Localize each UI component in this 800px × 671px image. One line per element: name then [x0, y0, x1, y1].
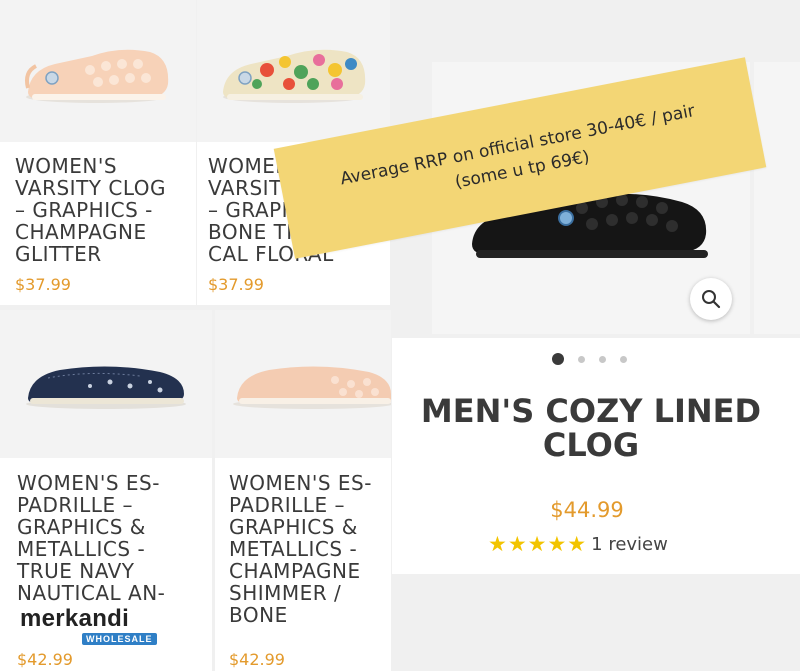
- product-title[interactable]: WOMEN'S ES- PADRILLE – GRAPHICS & METALL…: [229, 472, 372, 626]
- product-card[interactable]: WOMEN'S ES- PADRILLE – GRAPHICS & METALL…: [215, 310, 391, 671]
- shoe-image: [233, 366, 391, 409]
- product-image[interactable]: [0, 310, 212, 458]
- shoe-image: [26, 366, 186, 409]
- merkandi-logo: merkandi WHOLESALE: [20, 605, 157, 645]
- next-slide-preview[interactable]: [754, 62, 800, 334]
- product-price: $37.99: [15, 275, 71, 294]
- review-count-link[interactable]: 1 review: [591, 534, 668, 555]
- product-title[interactable]: WOMEN'S ES- PADRILLE – GRAPHICS & METALL…: [17, 472, 165, 604]
- product-price: $42.99: [17, 650, 73, 669]
- shoe-image: [25, 49, 169, 103]
- carousel-dot[interactable]: [552, 353, 564, 365]
- search-icon: [702, 290, 721, 309]
- product-image[interactable]: [215, 310, 391, 458]
- carousel-dot[interactable]: [578, 355, 585, 363]
- product-card[interactable]: WOMEN'S VARSITY CLOG – GRAPHICS - CHAMPA…: [0, 0, 196, 305]
- logo-name: merkandi: [20, 605, 130, 632]
- shoe-image: [223, 49, 366, 103]
- carousel-dots: [552, 353, 641, 365]
- logo-badge: WHOLESALE: [82, 633, 157, 645]
- product-price: $37.99: [208, 275, 264, 294]
- featured-product-title[interactable]: MEN'S COZY LINED CLOG: [392, 394, 790, 462]
- star-rating: ★★★★★: [488, 532, 588, 556]
- carousel-dot[interactable]: [599, 355, 606, 363]
- product-image[interactable]: [197, 0, 390, 142]
- zoom-button[interactable]: [690, 278, 732, 320]
- featured-product-price: $44.99: [550, 498, 624, 522]
- product-image[interactable]: [0, 0, 196, 142]
- product-price: $42.99: [229, 650, 285, 669]
- carousel-dot[interactable]: [620, 355, 627, 363]
- product-title[interactable]: WOMEN'S VARSITY CLOG – GRAPHICS - CHAMPA…: [15, 155, 166, 265]
- rating: ★★★★★ 1 review: [488, 532, 668, 556]
